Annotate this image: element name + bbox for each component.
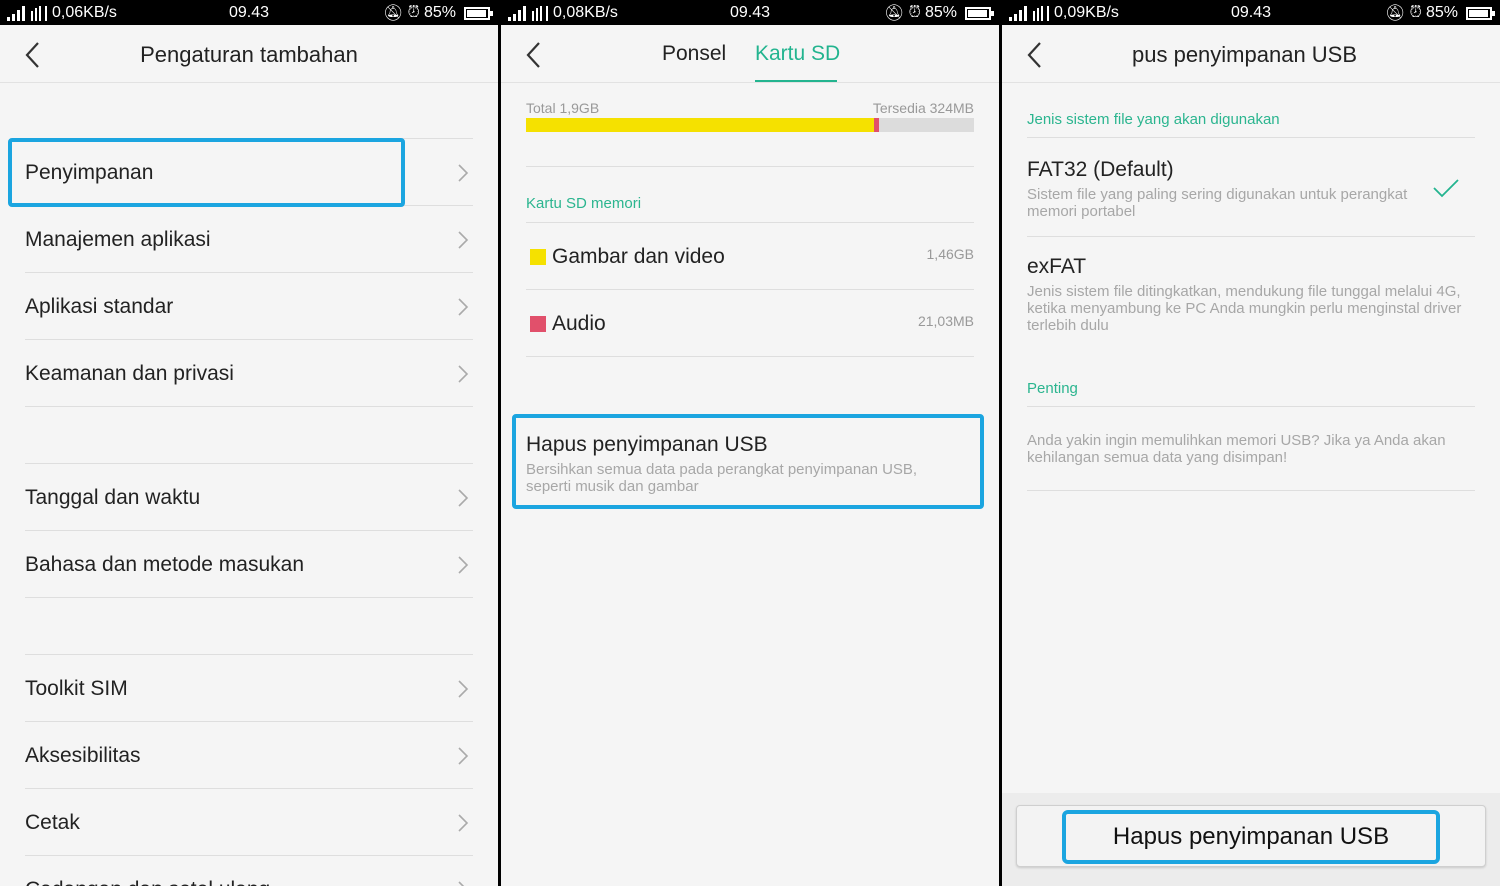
option-exfat[interactable]: exFAT Jenis sistem file ditingkatkan, me… (1002, 237, 1500, 347)
page-title: Pengaturan tambahan (140, 42, 358, 67)
settings-item-app-management[interactable]: Manajemen aplikasi (25, 206, 473, 273)
bottom-action-area: Hapus penyimpanan USB (1002, 793, 1500, 886)
header: pus penyimpanan USB (1002, 25, 1500, 83)
settings-item-sim-toolkit[interactable]: Toolkit SIM (25, 655, 473, 722)
warning-text: Anda yakin ingin memulihkan memori USB? … (1027, 432, 1446, 466)
item-label: Aplikasi standar (25, 295, 174, 318)
header: Pengaturan tambahan (0, 25, 498, 83)
item-label: Cetak (25, 811, 80, 834)
battery-icon (1466, 6, 1495, 20)
highlight-box (512, 414, 984, 509)
chevron-right-icon (458, 747, 469, 765)
silent-icon: 🔕︎ (1385, 5, 1406, 22)
item-label: Tanggal dan waktu (25, 486, 201, 509)
item-label: Aksesibilitas (25, 744, 141, 767)
chevron-right-icon (458, 556, 469, 574)
option-description: Jenis sistem file ditingkatkan, mendukun… (1027, 283, 1462, 334)
option-description: Sistem file yang paling sering digunakan… (1027, 186, 1408, 220)
settings-panel: 0,06KB/s 09.43 🔕︎ ⏰︎ 85% Pengaturan tamb… (0, 0, 498, 886)
divider (1027, 406, 1475, 407)
audio-color-swatch (530, 316, 546, 332)
option-fat32[interactable]: FAT32 (Default) Sistem file yang paling … (1002, 138, 1500, 236)
category-label: Audio (552, 312, 606, 335)
category-audio[interactable]: Audio 21,03MB (526, 290, 974, 357)
storage-usage-bar (526, 118, 974, 132)
chevron-right-icon (458, 814, 469, 832)
section-header: Penting (1027, 380, 1078, 397)
option-name: exFAT (1027, 255, 1087, 278)
usage-audio-segment (874, 118, 880, 132)
item-label: Manajemen aplikasi (25, 228, 211, 251)
chevron-right-icon (458, 164, 469, 182)
item-label: Bahasa dan metode masukan (25, 553, 305, 576)
status-bar: 0,08KB/s 09.43 🔕︎ ⏰︎ 85% (501, 0, 999, 25)
battery-level: 85% (423, 4, 456, 21)
chevron-right-icon (458, 489, 469, 507)
settings-item-backup-reset[interactable]: Cadangan dan setel ulang (25, 856, 473, 886)
settings-item-date-time[interactable]: Tanggal dan waktu (25, 464, 473, 531)
usage-fill (526, 118, 876, 132)
option-name: FAT32 (Default) (1027, 158, 1174, 181)
category-label: Gambar dan video (552, 245, 725, 268)
status-bar: 0,06KB/s 09.43 🔕︎ ⏰︎ 85% (0, 0, 498, 25)
section-header: Jenis sistem file yang akan digunakan (1027, 111, 1280, 128)
item-label: Toolkit SIM (25, 677, 128, 700)
item-label: Cadangan dan setel ulang (25, 878, 270, 886)
divider (1027, 490, 1475, 491)
highlight-box (8, 138, 405, 207)
page-title: pus penyimpanan USB (1132, 42, 1358, 67)
settings-item-security-privacy[interactable]: Keamanan dan privasi (25, 340, 473, 407)
status-bar: 0,09KB/s 09.43 🔕︎ ⏰︎ 85% (1002, 0, 1500, 25)
tab-phone[interactable]: Ponsel (662, 42, 726, 66)
chevron-right-icon (458, 365, 469, 383)
chevron-right-icon (458, 231, 469, 249)
battery-level: 85% (924, 4, 957, 21)
chevron-right-icon (458, 298, 469, 316)
alarm-icon: ⏰︎ (1409, 4, 1422, 21)
silent-icon: 🔕︎ (884, 5, 905, 22)
settings-item-accessibility[interactable]: Aksesibilitas (25, 722, 473, 789)
highlight-box (1062, 810, 1440, 864)
header: Ponsel Kartu SD (501, 25, 999, 83)
category-size: 21,03MB (917, 313, 974, 329)
settings-item-print[interactable]: Cetak (25, 789, 473, 856)
back-arrow-icon[interactable] (1024, 41, 1046, 69)
settings-item-default-apps[interactable]: Aplikasi standar (25, 273, 473, 340)
battery-icon (965, 6, 994, 20)
category-size: 1,46GB (926, 246, 974, 262)
divider (526, 166, 974, 167)
back-arrow-icon[interactable] (523, 41, 545, 69)
battery-icon (464, 6, 493, 20)
checkmark-icon (1433, 179, 1459, 198)
tab-sd-card[interactable]: Kartu SD (755, 42, 840, 66)
chevron-right-icon (458, 680, 469, 698)
silent-icon: 🔕︎ (383, 5, 404, 22)
section-header: Kartu SD memori (526, 195, 642, 212)
available-storage: Tersedia 324MB (872, 100, 974, 116)
chevron-right-icon (458, 881, 465, 886)
item-label: Keamanan dan privasi (25, 362, 234, 385)
alarm-icon: ⏰︎ (407, 4, 420, 21)
tab-indicator (755, 80, 837, 82)
alarm-icon: ⏰︎ (908, 4, 921, 21)
settings-item-language-input[interactable]: Bahasa dan metode masukan (25, 531, 473, 598)
format-panel: 0,09KB/s 09.43 🔕︎ ⏰︎ 85% pus penyimpanan… (1002, 0, 1500, 886)
storage-panel: 0,08KB/s 09.43 🔕︎ ⏰︎ 85% Ponsel Kartu SD… (501, 0, 999, 886)
images-color-swatch (530, 249, 546, 265)
category-images-videos[interactable]: Gambar dan video 1,46GB (526, 223, 974, 290)
total-storage: Total 1,9GB (526, 100, 600, 116)
battery-level: 85% (1425, 4, 1458, 21)
